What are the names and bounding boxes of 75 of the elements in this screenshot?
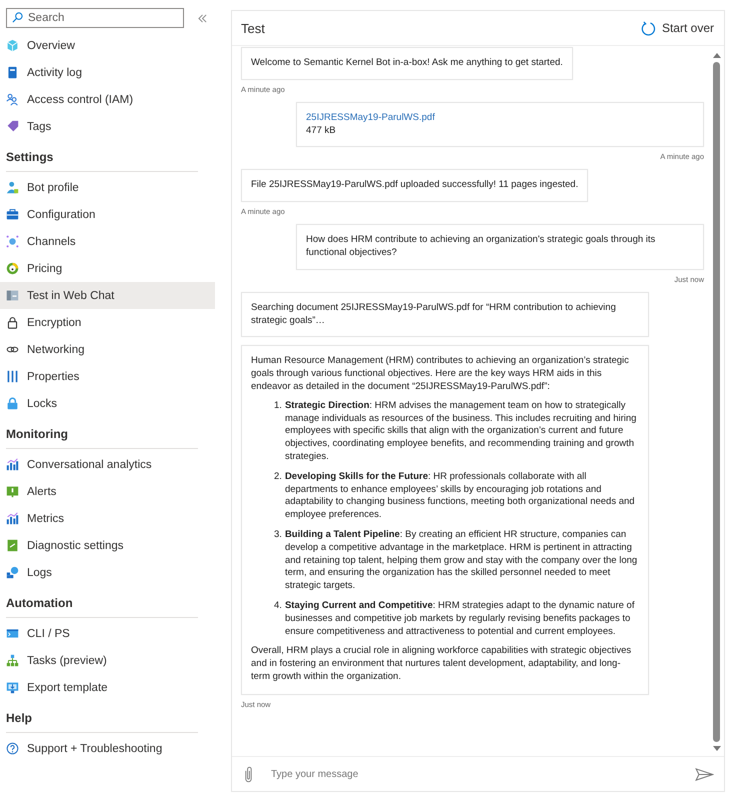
tag-icon bbox=[6, 120, 19, 133]
answer-paragraph: Overall, HRM plays a crucial role in aligning workforce capabilities with strategic objectives and in fostering an environment that nurtures talent development, adaptability, and long-term growth within the organization. bbox=[251, 645, 632, 684]
nav-item[interactable]: Pricing bbox=[0, 255, 215, 282]
list-number: 2. bbox=[274, 470, 282, 484]
scrollbar-thumb[interactable] bbox=[713, 62, 720, 742]
scroll-up-arrow-icon[interactable] bbox=[712, 52, 720, 58]
nav-item[interactable]: Locks bbox=[0, 390, 215, 417]
nav-item[interactable]: Access control (IAM) bbox=[0, 86, 215, 113]
scroll-down-arrow-icon[interactable] bbox=[712, 746, 720, 752]
monitor-icon bbox=[6, 681, 19, 694]
section-heading: Help bbox=[6, 711, 198, 733]
panel-title: Test bbox=[241, 20, 265, 36]
list-number: 1. bbox=[274, 400, 282, 413]
list-number: 3. bbox=[274, 528, 282, 542]
hierarchy-icon bbox=[6, 654, 19, 667]
ring-icon bbox=[6, 262, 19, 275]
message-bubble: How does HRM contribute to achieving an organization's strategic goals through its functional objectives? bbox=[296, 224, 704, 270]
person-icon bbox=[6, 181, 19, 194]
nav-item[interactable]: Bot profile bbox=[0, 174, 215, 201]
file-size: 477 kB bbox=[306, 124, 336, 138]
list-item-text: Developing Skills for the Future: HR professionals collaborate with all departments to enhance employees’ skills by encouraging job rotations and adaptability to changing business functions, meeting both organizational needs and employee preferences. bbox=[284, 470, 636, 522]
nav-item[interactable]: Alerts bbox=[0, 478, 215, 505]
list-item-text: Staying Current and Competitive: HRM strategies adapt to the dynamic nature of businesses and competitive job markets by regularly revising benefits packages to ensure competitiveness and attractiveness to potential and current employees. bbox=[284, 600, 636, 638]
nav-item[interactable]: Tasks (preview) bbox=[0, 647, 215, 674]
nav-item[interactable]: Channels bbox=[0, 228, 215, 255]
people-icon bbox=[6, 93, 19, 106]
window-icon bbox=[6, 289, 19, 302]
send-icon[interactable] bbox=[695, 768, 714, 780]
padlock-icon bbox=[6, 397, 19, 410]
panel-icon bbox=[6, 485, 19, 498]
section-heading: Automation bbox=[6, 596, 198, 618]
search-field[interactable]: Search bbox=[6, 8, 184, 28]
terminal-icon bbox=[6, 627, 19, 640]
document-icon bbox=[6, 66, 19, 79]
nav-item[interactable]: CLI / PS bbox=[0, 620, 215, 647]
bar-chart-icon bbox=[6, 512, 19, 525]
section-heading: Settings bbox=[6, 150, 198, 172]
nav-item[interactable]: Activity log bbox=[0, 59, 215, 86]
nav-item[interactable]: Tags bbox=[0, 113, 215, 140]
paperclip-icon[interactable] bbox=[244, 766, 253, 782]
section-heading: Monitoring bbox=[6, 427, 198, 449]
nav-item[interactable]: Support + Troubleshooting bbox=[0, 735, 215, 762]
list-item-text: Strategic Direction: HRM advises the management team on how to strategically manage individuals as resources of the business. This includes recruiting and hiring employees with specific skills that align with the organization’s current and future objectives, coordinating employee benefits, and recommending training and growth strategies. bbox=[284, 400, 638, 464]
nav-item[interactable]: Test in Web Chat bbox=[0, 282, 215, 309]
search-icon bbox=[12, 12, 23, 23]
cube-icon bbox=[6, 39, 19, 52]
message-bubble: Searching document 25IJRESSMay19-ParulWS.pdf for “HRM contribution to achieving strategic goals”… bbox=[241, 292, 649, 338]
start-over-button[interactable]: Start over bbox=[640, 20, 714, 36]
message-bubble: File 25IJRESSMay19-ParulWS.pdf uploaded successfully! 11 pages ingested. bbox=[241, 169, 588, 202]
double-chevron-icon bbox=[198, 14, 207, 22]
network-icon bbox=[6, 235, 19, 248]
list-number: 4. bbox=[274, 600, 282, 613]
padlock-icon bbox=[6, 316, 19, 329]
nav-item[interactable]: Configuration bbox=[0, 201, 215, 228]
nav-item[interactable]: Metrics bbox=[0, 505, 215, 532]
nav-item[interactable]: Logs bbox=[0, 559, 215, 586]
nav-item[interactable]: Networking bbox=[0, 336, 215, 363]
answer-paragraph: Human Resource Management (HRM) contributes to achieving an organization’s strategic goals through various functional objectives. Here are the key ways HRM aids in this endeavor as detailed in the document “25IJRESSMay19-ParulWS.pdf”: bbox=[251, 355, 630, 394]
nav-item[interactable]: Overview bbox=[0, 32, 215, 59]
bar-chart-icon bbox=[6, 458, 19, 471]
message-bubble: Welcome to Semantic Kernel Bot in-a-box! Ask me anything to get started. bbox=[241, 47, 573, 80]
help-icon bbox=[6, 742, 19, 755]
document-icon bbox=[6, 539, 19, 552]
nav-item[interactable]: Diagnostic settings bbox=[0, 532, 215, 559]
list-item-text: Building a Talent Pipeline: By creating an efficient HR structure, companies can develop a competitive advantage in the marketplace. HRM is pertinent in attracting and retaining top talent, helping them grow and stay with the company over the long term, and ensuring the organization has the skilled personnel needed to meet strategic targets. bbox=[284, 528, 638, 593]
refresh-icon bbox=[640, 20, 656, 36]
message-input[interactable]: Type your message bbox=[269, 768, 679, 780]
bars-icon bbox=[6, 370, 19, 383]
briefcase-icon bbox=[6, 208, 19, 221]
file-link[interactable]: 25IJRESSMay19-ParulWS.pdf bbox=[306, 112, 435, 125]
nav-item[interactable]: Conversational analytics bbox=[0, 451, 215, 478]
nav-item[interactable]: Encryption bbox=[0, 309, 215, 336]
cubes-icon bbox=[6, 566, 19, 579]
nav-item[interactable]: Properties bbox=[0, 363, 215, 390]
nav-item[interactable]: Export template bbox=[0, 674, 215, 701]
